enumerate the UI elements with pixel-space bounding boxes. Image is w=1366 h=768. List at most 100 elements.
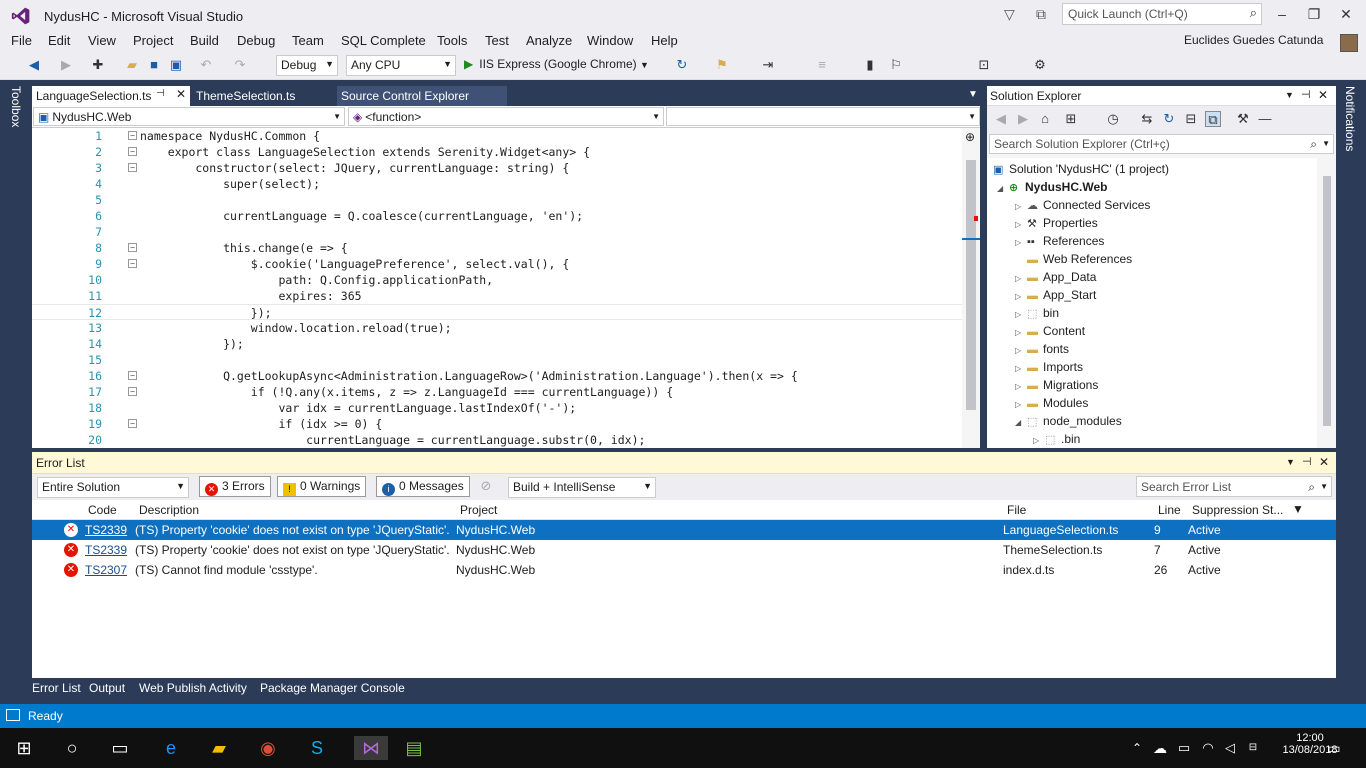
expander-icon[interactable]: ◢ bbox=[1015, 414, 1027, 432]
preview-icon[interactable]: — bbox=[1257, 111, 1273, 127]
save-icon[interactable]: ■ bbox=[146, 57, 162, 73]
menu-tools[interactable]: Tools bbox=[437, 33, 467, 48]
close-icon[interactable]: ✕ bbox=[176, 87, 186, 101]
open-file-icon[interactable]: ▰ bbox=[124, 57, 140, 73]
task-view-icon[interactable]: ▭ bbox=[108, 736, 132, 760]
properties-icon[interactable]: ⚒ bbox=[1235, 111, 1251, 127]
split-icon[interactable]: ⊕ bbox=[965, 130, 975, 144]
menu-analyze[interactable]: Analyze bbox=[526, 33, 572, 48]
tree-solution[interactable]: ▣ Solution 'NydusHC' (1 project) bbox=[993, 160, 1169, 178]
code-editor[interactable]: 1− namespace NydusHC.Common { 2− export c… bbox=[32, 128, 980, 448]
close-icon[interactable]: ✕ bbox=[1319, 455, 1329, 469]
notepad-plus-icon[interactable]: ▤ bbox=[402, 736, 426, 760]
menu-team[interactable]: Team bbox=[292, 33, 324, 48]
onedrive-icon[interactable]: ☁ bbox=[1148, 736, 1172, 760]
tree-item[interactable]: ▷ ▬ Modules bbox=[1015, 394, 1088, 412]
collapse-icon[interactable]: − bbox=[128, 131, 137, 140]
wifi-icon[interactable]: ◠ bbox=[1196, 736, 1220, 760]
scroll-thumb[interactable] bbox=[966, 160, 976, 410]
collapse-icon[interactable]: − bbox=[128, 387, 137, 396]
editor-scrollbar[interactable]: ⊕ bbox=[962, 128, 980, 448]
file-explorer-icon[interactable]: ▰ bbox=[207, 736, 231, 760]
maximize-button[interactable]: ❐ bbox=[1304, 6, 1324, 23]
error-marker[interactable] bbox=[974, 216, 978, 221]
table-row[interactable]: ✕ TS2339 (TS) Property 'cookie' does not… bbox=[32, 540, 1336, 560]
column-line[interactable]: Line bbox=[1158, 503, 1181, 517]
tree-item[interactable]: ▷ ▬ App_Start bbox=[1015, 286, 1096, 304]
quick-launch-input[interactable]: Quick Launch (Ctrl+Q) ⌕ bbox=[1062, 3, 1262, 25]
table-row[interactable]: ✕ TS2339 (TS) Property 'cookie' does not… bbox=[32, 520, 1336, 540]
forward-icon[interactable]: ▶ bbox=[58, 57, 74, 73]
search-icon[interactable]: ○ bbox=[60, 736, 84, 760]
menu-help[interactable]: Help bbox=[651, 33, 678, 48]
menu-file[interactable]: File bbox=[11, 33, 32, 48]
project-dropdown[interactable]: ▣ NydusHC.Web ▼ bbox=[33, 107, 345, 126]
trace-icon[interactable]: ⚙ bbox=[1032, 57, 1048, 73]
tree-item[interactable]: ▷ ▬ App_Data bbox=[1015, 268, 1096, 286]
column-description[interactable]: Description bbox=[139, 503, 199, 517]
undo-icon[interactable]: ↶ bbox=[198, 57, 214, 73]
tree-item[interactable]: ▷ ⬚ .bin bbox=[1033, 430, 1080, 448]
solution-explorer-search[interactable]: Search Solution Explorer (Ctrl+ç) ⌕ ▼ bbox=[989, 134, 1334, 154]
menu-build[interactable]: Build bbox=[190, 33, 219, 48]
tab-language-selection[interactable]: LanguageSelection.ts ⊣ ✕ bbox=[32, 86, 190, 106]
show-all-files-icon[interactable]: ⧉ bbox=[1205, 111, 1221, 127]
collapse-icon[interactable]: − bbox=[128, 259, 137, 268]
tab-error-list[interactable]: Error List bbox=[32, 681, 81, 695]
solution-config-select[interactable]: Debug ▼ bbox=[276, 55, 338, 76]
visual-studio-taskbar-icon[interactable]: ⋈ bbox=[354, 736, 388, 760]
member-detail-dropdown[interactable]: ▼ bbox=[666, 107, 980, 126]
menu-window[interactable]: Window bbox=[587, 33, 633, 48]
menu-sql-complete[interactable]: SQL Complete bbox=[341, 33, 426, 48]
chevron-down-icon[interactable]: ▼ bbox=[1286, 457, 1295, 467]
menu-project[interactable]: Project bbox=[133, 33, 173, 48]
redo-icon[interactable]: ↷ bbox=[232, 57, 248, 73]
battery-icon[interactable]: ▭ bbox=[1172, 736, 1196, 760]
language-indicator[interactable]: ⊟ bbox=[1238, 736, 1268, 760]
tree-item[interactable]: ▷ ▬ Migrations bbox=[1015, 376, 1098, 394]
refresh-icon[interactable]: ↻ bbox=[674, 57, 690, 73]
menu-edit[interactable]: Edit bbox=[48, 33, 70, 48]
collapse-all-icon[interactable]: ⊟ bbox=[1183, 111, 1199, 127]
collapse-icon[interactable]: − bbox=[128, 147, 137, 156]
column-suppression-state[interactable]: Suppression St... bbox=[1192, 503, 1283, 517]
close-button[interactable]: ✕ bbox=[1336, 6, 1356, 23]
chevron-down-icon[interactable]: ▼ bbox=[1320, 482, 1328, 491]
save-all-icon[interactable]: ▣ bbox=[168, 57, 184, 73]
sync-icon[interactable]: ⇆ bbox=[1139, 111, 1155, 127]
solution-tree[interactable]: ▣ Solution 'NydusHC' (1 project) ◢ ⊕ NydusH… bbox=[987, 158, 1317, 448]
menu-view[interactable]: View bbox=[88, 33, 116, 48]
switch-views-icon[interactable]: ⊞ bbox=[1063, 111, 1079, 127]
table-row[interactable]: ✕ TS2307 (TS) Cannot find module 'csstyp… bbox=[32, 560, 1336, 580]
step-into-icon[interactable]: ⇥ bbox=[760, 57, 776, 73]
collapse-icon[interactable]: − bbox=[128, 419, 137, 428]
clear-filter-icon[interactable]: ⊘ bbox=[478, 478, 494, 494]
action-center-icon[interactable]: ▭ bbox=[1322, 736, 1346, 760]
tree-item[interactable]: ▬ Web References bbox=[1015, 250, 1132, 268]
edge-icon[interactable]: e bbox=[159, 736, 183, 760]
column-project[interactable]: Project bbox=[460, 503, 497, 517]
source-select[interactable]: Build + IntelliSense ▼ bbox=[508, 477, 656, 498]
forward-icon[interactable]: ▶ bbox=[1015, 111, 1031, 127]
menu-test[interactable]: Test bbox=[485, 33, 509, 48]
start-debugging-button[interactable]: ▶ IIS Express (Google Chrome) ▼ bbox=[464, 57, 649, 71]
tree-item[interactable]: ▷ ▬ fonts bbox=[1015, 340, 1069, 358]
feedback-filter-icon[interactable]: ▽ bbox=[1004, 6, 1015, 23]
toolbox-tab[interactable]: Toolbox bbox=[9, 86, 23, 127]
solution-explorer-scrollbar[interactable] bbox=[1319, 158, 1335, 448]
tree-project[interactable]: ◢ ⊕ NydusHC.Web bbox=[997, 178, 1107, 196]
tab-web-publish-activity[interactable]: Web Publish Activity bbox=[139, 681, 247, 695]
tree-item[interactable]: ◢ ⬚ node_modules bbox=[1015, 412, 1122, 430]
chrome-icon[interactable]: ◉ bbox=[256, 736, 280, 760]
find-in-files-icon[interactable]: ⚑ bbox=[714, 57, 730, 73]
chevron-down-icon[interactable]: ▼ bbox=[1322, 139, 1330, 148]
error-code-link[interactable]: TS2339 bbox=[85, 543, 127, 557]
attach-icon[interactable]: ⊡ bbox=[976, 57, 992, 73]
refresh-icon[interactable]: ↻ bbox=[1161, 111, 1177, 127]
messages-filter-button[interactable]: i 0 Messages bbox=[376, 476, 470, 497]
pin-icon[interactable]: ⊣ bbox=[1301, 88, 1311, 101]
error-code-link[interactable]: TS2339 bbox=[85, 523, 127, 537]
pending-changes-icon[interactable]: ◷ bbox=[1105, 111, 1121, 127]
pin-icon[interactable]: ⊣ bbox=[156, 88, 165, 99]
member-dropdown[interactable]: ◈ <function> ▼ bbox=[348, 107, 664, 126]
